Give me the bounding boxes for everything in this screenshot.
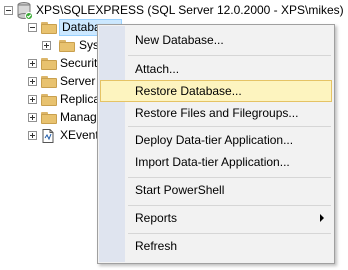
menu-item-label: Refresh [135,239,178,253]
menu-item-new-database[interactable]: New Database... [100,29,332,51]
menu-separator [128,126,331,127]
tree-node-server-objects[interactable]: Server O [0,73,108,91]
tree-node-xevent-profiler[interactable]: XEvent [0,127,99,145]
xevent-profiler-icon [42,129,54,143]
tree-node-system-databases[interactable]: Syst [0,37,102,55]
collapse-icon[interactable] [28,23,37,32]
tree-node-server[interactable]: XPS\SQLEXPRESS (SQL Server 12.0.2000 - X… [0,2,348,20]
menu-item-reports[interactable]: Reports [100,207,332,229]
folder-icon [41,94,57,106]
tree-node-management[interactable]: Manage [0,109,103,127]
menu-item-import-data-tier-application[interactable]: Import Data-tier Application... [100,151,332,173]
menu-item-label: Deploy Data-tier Application... [135,133,294,147]
expand-icon[interactable] [28,77,37,86]
menu-item-restore-database[interactable]: Restore Database... [100,80,332,102]
folder-icon [59,40,75,52]
server-label: XPS\SQLEXPRESS (SQL Server 12.0.2000 - X… [36,3,344,17]
menu-separator [128,233,331,234]
expand-icon[interactable] [28,131,37,140]
folder-icon [41,112,57,124]
menu-item-deploy-data-tier-application[interactable]: Deploy Data-tier Application... [100,129,332,151]
expand-icon[interactable] [28,95,37,104]
menu-separator [128,55,331,56]
menu-item-label: Restore Database... [135,84,242,98]
menu-separator [128,177,331,178]
menu-item-attach[interactable]: Attach... [100,58,332,80]
xevent-profiler-label: XEvent [60,128,99,142]
menu-item-restore-files-and-filegroups[interactable]: Restore Files and Filegroups... [100,102,332,124]
collapse-icon[interactable] [4,6,13,15]
menu-item-label: New Database... [135,33,224,47]
menu-item-label: Restore Files and Filegroups... [135,106,299,120]
menu-item-start-powershell[interactable]: Start PowerShell [100,179,332,201]
submenu-arrow-icon [320,214,324,222]
menu-item-label: Attach... [135,62,180,76]
folder-icon [41,58,57,70]
tree-node-replication[interactable]: Replicat [0,91,103,109]
context-menu: New Database... Attach... Restore Databa… [97,24,335,264]
folder-icon [41,22,57,34]
expand-icon[interactable] [42,41,51,50]
menu-item-refresh[interactable]: Refresh [100,235,332,257]
server-icon [17,2,33,20]
menu-separator [128,205,331,206]
folder-icon [41,76,57,88]
menu-item-label: Import Data-tier Application... [135,155,290,169]
tree-node-security[interactable]: Security [0,55,103,73]
expand-icon[interactable] [28,113,37,122]
menu-item-label: Start PowerShell [135,183,225,197]
menu-item-label: Reports [135,211,178,225]
expand-icon[interactable] [28,59,37,68]
